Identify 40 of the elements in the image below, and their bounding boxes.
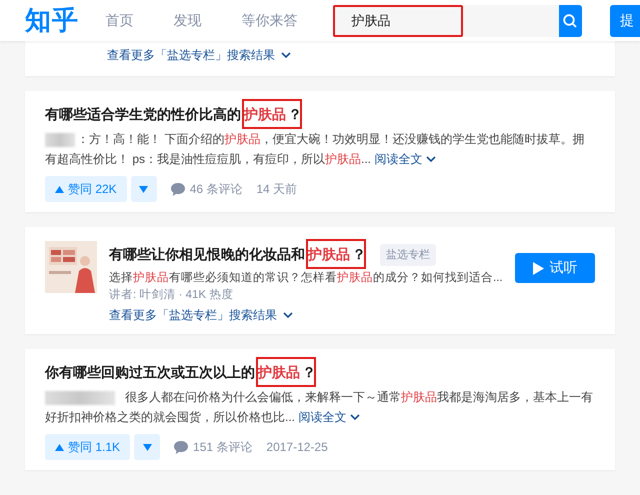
- nav-link[interactable]: 首页: [105, 12, 134, 30]
- question-title[interactable]: 有哪些适合学生党的性价比高的 护肤品？: [45, 99, 595, 129]
- more-results-link[interactable]: 查看更多「盐选专栏」搜索结果: [109, 307, 293, 324]
- chevron-down-icon: [426, 156, 436, 163]
- triangle-up-icon: [55, 186, 64, 192]
- column-excerpt: 选择护肤品有哪些必须知道的常识？怎样看护肤品的成分？如何找到适合...: [109, 270, 504, 286]
- listen-button[interactable]: 试听: [515, 253, 595, 283]
- triangle-down-icon: [139, 186, 148, 192]
- search-field[interactable]: 护肤品: [333, 4, 559, 36]
- post-time: 14 天前: [256, 180, 298, 198]
- speaker-info: 讲者: 叶剑清 · 41K 热度: [109, 288, 234, 303]
- nav-link[interactable]: 发现: [173, 12, 202, 30]
- chevron-down-icon: [350, 414, 360, 421]
- more-results-link[interactable]: 查看更多「盐选专栏」搜索结果: [107, 47, 291, 64]
- comment-count[interactable]: 46 条评论: [190, 180, 242, 198]
- nav-link[interactable]: 等你来答: [241, 12, 298, 30]
- post-time: 2017-12-25: [266, 440, 328, 454]
- upvote-button[interactable]: 赞同 22K: [45, 176, 127, 202]
- comment-icon: [170, 182, 185, 196]
- chevron-down-icon: [283, 312, 293, 319]
- read-more-link[interactable]: 阅读全文: [374, 152, 436, 166]
- triangle-down-icon: [142, 444, 152, 450]
- ask-button[interactable]: 提: [610, 4, 640, 36]
- read-more-link[interactable]: 阅读全文: [298, 410, 360, 424]
- question-title[interactable]: 你有哪些回购过五次或五次以上的 护肤品？: [45, 357, 595, 387]
- play-icon: [532, 262, 544, 274]
- logo[interactable]: 知乎: [25, 3, 86, 38]
- answer-excerpt: ：方！高！能！ 下面介绍的护肤品，便宜大碗！功效明显！还没赚钱的学生党也能随时拔草。拥有超高性价比！ ps：我是油性痘痘肌，有痘印，所以护肤品... 阅读全文: [45, 132, 584, 166]
- search-icon: [563, 14, 578, 28]
- downvote-button[interactable]: [134, 434, 160, 460]
- triangle-up-icon: [55, 444, 64, 450]
- downvote-button[interactable]: [130, 176, 157, 202]
- column-title[interactable]: 有哪些让你相见恨晚的化妆品和 护肤品？ 盐选专栏: [109, 239, 507, 269]
- upvote-button[interactable]: 赞同 1.1K: [45, 434, 130, 460]
- chevron-down-icon: [281, 52, 291, 59]
- comment-count[interactable]: 151 条评论: [193, 438, 252, 456]
- comment-icon: [174, 440, 188, 454]
- column-tag: 盐选专栏: [380, 244, 436, 266]
- answer-excerpt: 很多人都在问价格为什么会偏低，来解释一下～通常护肤品我都是海淘居多，基本上一有好折扣神价格之类的就会囤货，所以价格也比... 阅读全文: [45, 390, 593, 424]
- search-button[interactable]: [558, 4, 582, 36]
